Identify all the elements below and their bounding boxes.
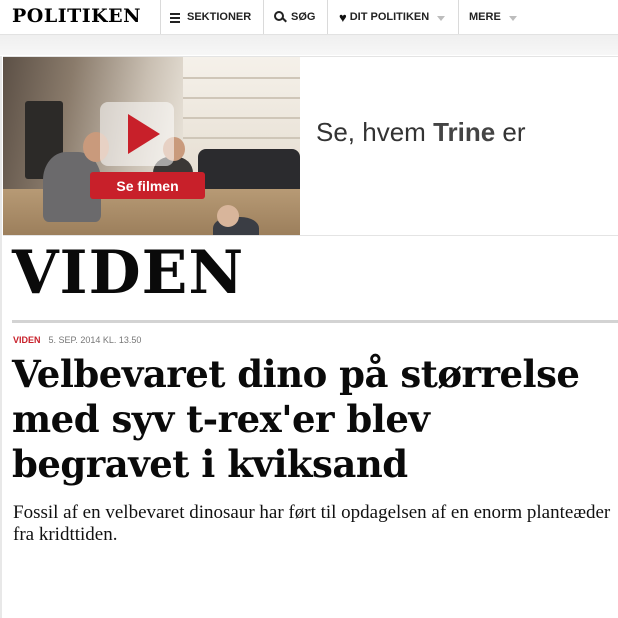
sections-menu-button[interactable]: SEKTIONER [170, 0, 251, 34]
my-politiken-button[interactable]: ♥ DIT POLITIKEN [339, 0, 446, 34]
article-date: 5. SEP. 2014 KL. 13.50 [48, 335, 142, 345]
ad-tagline[interactable]: Se, hvem Trine er [316, 117, 526, 148]
watch-film-button[interactable]: Se filmen [90, 172, 205, 199]
nav-divider [263, 0, 264, 34]
nav-divider [327, 0, 328, 34]
ad-video-thumbnail[interactable]: Se filmen [3, 57, 300, 235]
chevron-down-icon [508, 15, 517, 21]
search-button[interactable]: SØG [274, 0, 315, 34]
chevron-down-icon [437, 15, 446, 21]
play-icon [128, 114, 160, 154]
sections-menu-label: SEKTIONER [187, 11, 252, 23]
ad-banner[interactable]: Se filmen Se, hvem Trine er [3, 56, 618, 236]
ad-tagline-suffix: er [495, 117, 526, 147]
article-section-link[interactable]: VIDEN [13, 335, 41, 345]
page-left-edge [0, 56, 2, 618]
article-headline[interactable]: Velbevaret dino på størrelse med syv t-r… [12, 352, 616, 487]
more-menu-label: MERE [469, 11, 501, 23]
nav-divider [160, 0, 161, 34]
section-divider [12, 320, 618, 323]
top-navigation: POLITIKEN SEKTIONER SØG ♥ DIT POLITIKEN … [0, 0, 618, 35]
ad-tagline-name: Trine [433, 117, 496, 147]
nav-divider [458, 0, 459, 34]
header-shadow [0, 35, 618, 55]
section-title[interactable]: VIDEN [12, 242, 244, 304]
child-head [217, 205, 239, 227]
search-icon [274, 11, 287, 23]
article-meta: VIDEN 5. SEP. 2014 KL. 13.50 [13, 335, 141, 345]
my-politiken-label: DIT POLITIKEN [349, 11, 430, 23]
site-logo[interactable]: POLITIKEN [12, 5, 141, 27]
hamburger-icon [170, 12, 180, 23]
article-summary: Fossil af en velbevaret dinosaur har før… [13, 502, 611, 545]
ad-tagline-prefix: Se, hvem [316, 117, 434, 147]
sofa [198, 149, 300, 193]
more-menu-button[interactable]: MERE [469, 0, 517, 34]
play-button[interactable] [100, 102, 174, 166]
heart-icon: ♥ [339, 9, 347, 25]
search-label: SØG [291, 11, 316, 23]
